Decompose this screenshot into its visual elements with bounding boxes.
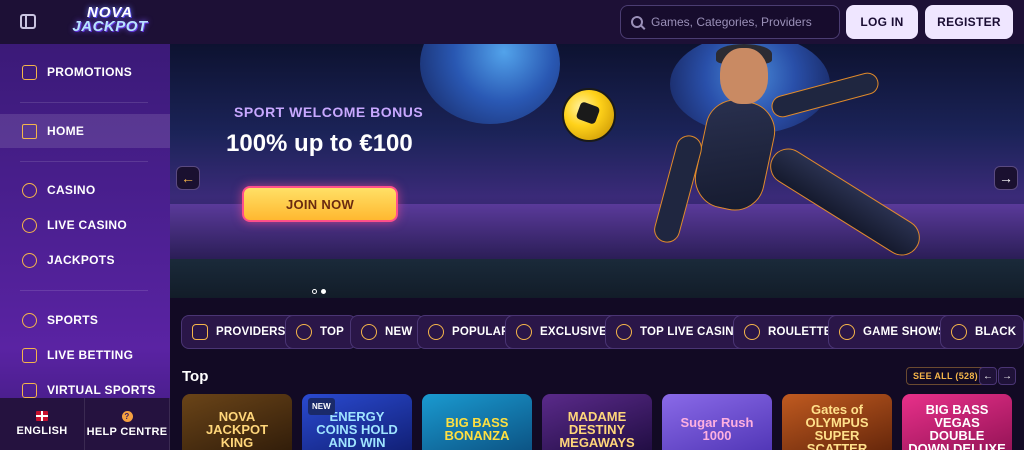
game-title: Sugar Rush 1000 [680,415,754,443]
medal-icon [296,324,312,340]
spade-icon [951,324,967,340]
sidebar-item-home[interactable]: HOME [0,114,170,148]
games-row: NOVA JACKPOT KING NEW ENERGY COINS HOLD … [182,394,1024,450]
seven-icon [22,252,37,268]
sidebar-divider [20,161,148,162]
sidebar-item-live-casino[interactable]: LIVE CASINO [0,208,170,242]
search-icon [631,16,643,28]
game-tile[interactable]: BIG BASS VEGAS DOUBLE DOWN DELUXE [902,394,1012,450]
sidebar-item-label: CASINO [47,183,96,197]
game-tile[interactable]: NOVA JACKPOT KING [182,394,292,450]
uk-flag-icon [36,411,48,421]
play-icon [22,347,37,363]
search-input[interactable] [651,15,831,29]
game-title: MADAME DESTINY MEGAWAYS [559,408,635,450]
search-box[interactable] [620,5,840,39]
game-tile[interactable]: Gates of OLYMPUS SUPER SCATTER [782,394,892,450]
sidebar-item-label: VIRTUAL SPORTS [47,383,156,397]
game-tile[interactable]: Sugar Rush 1000 [662,394,772,450]
category-blackjack[interactable]: BLACK [940,315,1024,349]
game-title: BIG BASS BONANZA [444,415,510,443]
sidebar-footer: ENGLISH ? HELP CENTRE [0,398,170,450]
sidebar-item-label: SPORTS [47,313,99,327]
sidebar-item-label: JACKPOTS [47,253,115,267]
sidebar-item-label: HOME [47,124,85,138]
category-label: TOP LIVE CASINO [640,326,743,338]
logo[interactable]: NOVA JACKPOT [62,5,158,38]
sidebar-divider [20,102,148,103]
sidebar-divider [20,290,148,291]
category-new[interactable]: NEW [350,315,426,349]
sidebar-item-live-betting[interactable]: LIVE BETTING [0,338,170,372]
language-button[interactable]: ENGLISH [0,398,85,450]
section-title: Top [182,368,209,385]
banner-subtitle: SPORT WELCOME BONUS [234,104,424,120]
grid-icon [192,324,208,340]
prev-arrow-icon[interactable]: ← [979,367,997,385]
game-tile[interactable]: BIG BASS BONANZA [422,394,532,450]
category-label: POPULAR [452,326,510,338]
home-icon [22,123,37,139]
help-centre-button[interactable]: ? HELP CENTRE [85,398,170,450]
banner-title: 100% up to €100 [226,130,413,157]
top-header: NOVA JACKPOT LOG IN REGISTER [0,0,1024,44]
language-label: ENGLISH [16,425,68,437]
help-label: HELP CENTRE [86,425,168,438]
sidebar: PROMOTIONS HOME CASINO LIVE CASINO JACKP… [0,44,170,450]
join-now-button[interactable]: JOIN NOW [242,186,398,222]
flame-icon [428,324,444,340]
wheel-icon [839,324,855,340]
sidebar-toggle-icon[interactable] [20,14,36,29]
sidebar-item-label: LIVE BETTING [47,348,134,362]
player-illustration [651,44,930,294]
sidebar-item-promotions[interactable]: PROMOTIONS [0,55,170,89]
sidebar-item-sports[interactable]: SPORTS [0,303,170,337]
pagination-dot[interactable] [312,289,317,294]
diamond-icon [516,324,532,340]
game-title: NOVA JACKPOT KING [205,408,269,450]
category-label: PROVIDERS [216,326,286,338]
logo-line2: JACKPOT [72,18,148,35]
game-tile[interactable]: MADAME DESTINY MEGAWAYS [542,394,652,450]
spade-icon [22,217,37,233]
category-label: NEW [385,326,413,338]
category-label: BLACK [975,326,1017,338]
login-button[interactable]: LOG IN [846,5,918,39]
planet-graphic [420,44,560,124]
star-icon [616,324,632,340]
roulette-icon [744,324,760,340]
sidebar-item-label: LIVE CASINO [47,218,127,232]
game-tile[interactable]: NEW ENERGY COINS HOLD AND WIN [302,394,412,450]
game-title: ENERGY COINS HOLD AND WIN [316,408,398,450]
category-label: EXCLUSIVE [540,326,607,338]
game-title: BIG BASS VEGAS DOUBLE DOWN DELUXE [908,402,1006,450]
category-exclusive[interactable]: EXCLUSIVE [505,315,620,349]
gamepad-icon [22,382,37,398]
next-arrow-icon[interactable]: → [998,367,1016,385]
category-top[interactable]: TOP [285,315,358,349]
chip-icon [22,182,37,198]
rocket-icon [361,324,377,340]
category-label: ROULETTE [768,326,832,338]
category-label: TOP [320,326,345,338]
hero-banner[interactable]: SPORT WELCOME BONUS 100% up to €100 JOIN… [170,44,1024,298]
category-label: GAME SHOWS [863,326,947,338]
sidebar-item-jackpots[interactable]: JACKPOTS [0,243,170,277]
banner-prev-arrow-icon[interactable]: ← [176,166,200,190]
category-bar: PROVIDERS TOP NEW POPULAR EXCLUSIVE TOP … [170,298,1024,364]
help-icon: ? [121,410,133,422]
banner-pagination [312,289,326,294]
ball-icon [22,312,37,328]
sidebar-item-casino[interactable]: CASINO [0,173,170,207]
football-image [562,88,616,142]
banner-next-arrow-icon[interactable]: → [994,166,1018,190]
gift-icon [22,64,37,80]
pagination-dot-active[interactable] [321,289,326,294]
sidebar-item-label: PROMOTIONS [47,65,133,79]
new-badge: NEW [308,398,335,415]
register-button[interactable]: REGISTER [925,5,1013,39]
see-all-link[interactable]: SEE ALL (528) [906,367,985,385]
game-title: Gates of OLYMPUS SUPER SCATTER [805,402,869,450]
category-providers[interactable]: PROVIDERS [181,315,299,349]
